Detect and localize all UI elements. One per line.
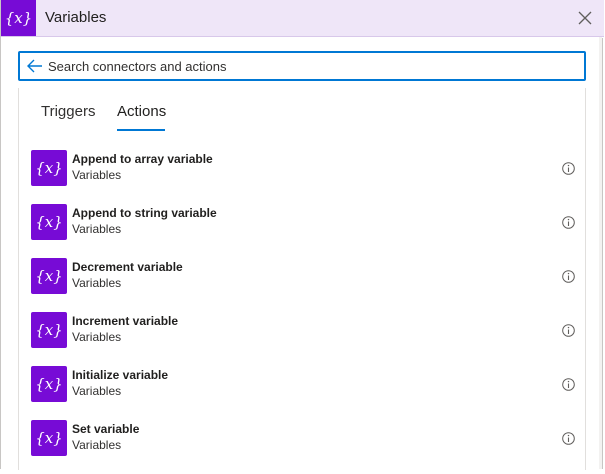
action-connector: Variables xyxy=(72,438,122,452)
tab-actions[interactable]: Actions xyxy=(117,103,166,120)
info-icon[interactable] xyxy=(562,216,575,229)
action-set-variable[interactable]: {x} Set variable Variables xyxy=(31,420,575,474)
variables-icon: {x} xyxy=(31,366,67,402)
info-icon[interactable] xyxy=(562,270,575,283)
action-title: Initialize variable xyxy=(72,368,169,382)
tab-selected-indicator xyxy=(117,129,165,131)
action-connector: Variables xyxy=(72,168,122,182)
variables-icon: {x} xyxy=(31,204,67,240)
action-title: Set variable xyxy=(72,422,140,436)
variables-panel: {x} Variables Triggers Actions {x} Appen… xyxy=(0,0,604,470)
tab-triggers[interactable]: Triggers xyxy=(41,103,95,120)
variables-icon: {x} xyxy=(31,420,67,456)
arrow-left-icon[interactable] xyxy=(26,58,44,74)
action-title: Increment variable xyxy=(72,314,179,328)
content-area: Triggers Actions {x} Append to array var… xyxy=(18,88,586,470)
action-list: {x} Append to array variable Variables {… xyxy=(31,150,575,474)
action-append-to-array-variable[interactable]: {x} Append to array variable Variables xyxy=(31,150,575,204)
close-icon[interactable] xyxy=(576,9,594,27)
variables-icon: {x} xyxy=(31,312,67,348)
variables-icon: {x} xyxy=(1,0,36,36)
action-increment-variable[interactable]: {x} Increment variable Variables xyxy=(31,312,575,366)
search-input[interactable] xyxy=(48,55,568,77)
panel-body: Triggers Actions {x} Append to array var… xyxy=(1,37,604,470)
search-box xyxy=(18,51,586,81)
info-icon[interactable] xyxy=(562,324,575,337)
variables-icon: {x} xyxy=(31,150,67,186)
action-connector: Variables xyxy=(72,276,122,290)
scrollbar[interactable] xyxy=(599,37,602,469)
info-icon[interactable] xyxy=(562,378,575,391)
action-title: Append to string variable xyxy=(72,206,217,220)
action-append-to-string-variable[interactable]: {x} Append to string variable Variables xyxy=(31,204,575,258)
action-title: Decrement variable xyxy=(72,260,183,274)
panel-header: {x} Variables xyxy=(1,0,604,37)
action-connector: Variables xyxy=(72,384,122,398)
panel-title: Variables xyxy=(45,9,107,26)
action-connector: Variables xyxy=(72,222,122,236)
action-initialize-variable[interactable]: {x} Initialize variable Variables xyxy=(31,366,575,420)
info-icon[interactable] xyxy=(562,162,575,175)
variables-icon: {x} xyxy=(31,258,67,294)
info-icon[interactable] xyxy=(562,432,575,445)
action-title: Append to array variable xyxy=(72,152,213,166)
action-connector: Variables xyxy=(72,330,122,344)
action-decrement-variable[interactable]: {x} Decrement variable Variables xyxy=(31,258,575,312)
